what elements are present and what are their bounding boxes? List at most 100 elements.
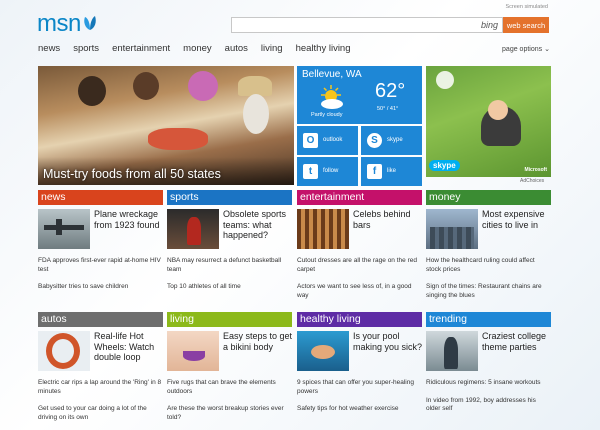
main-nav: news sports entertainment money autos li… [38,43,351,54]
outlook-label: outlook [323,137,343,143]
hero-food [148,128,208,150]
lead-story-title[interactable]: Craziest college theme parties [482,331,552,352]
lead-story-title[interactable]: Is your pool making you sick? [353,331,423,352]
section-header-money[interactable]: money [426,190,551,205]
skype-label: skype [387,137,403,143]
story-link[interactable]: Top 10 athletes of all time [167,283,292,292]
story-link[interactable]: Ridiculous regimens: 5 insane workouts [426,379,551,388]
story-thumbnail [426,209,478,249]
search-field-wrapper: bing [231,17,503,37]
nav-money[interactable]: money [183,43,212,54]
section-healthy-living: healthy living Is your pool making you s… [297,312,422,414]
hero-figure [238,76,272,96]
player-figure [187,217,201,245]
header: msn Screen simulated bing web search new… [0,0,600,62]
like-label: like [387,168,397,174]
skype-tile[interactable]: S skype [361,126,422,155]
weather-tile[interactable]: Bellevue, WA 62° 50° / 41° Partly cloudy [297,66,422,124]
story-link[interactable]: Actors we want to see less of, in a good… [297,283,422,300]
web-search-button[interactable]: web search [503,17,549,33]
lead-story-title[interactable]: Plane wreckage from 1923 found [94,209,164,230]
section-header-healthy-living[interactable]: healthy living [297,312,422,327]
section-entertainment: entertainment Celebs behind bars Cutout … [297,190,422,300]
lead-story[interactable]: Is your pool making you sick? [297,331,422,375]
story-link[interactable]: Electric car rips a lap around the 'Ring… [38,379,163,396]
story-thumbnail [426,331,478,371]
lead-story[interactable]: Plane wreckage from 1923 found [38,209,163,253]
hero-figure [188,71,218,101]
story-link[interactable]: FDA approves first-ever rapid at-home HI… [38,257,163,274]
story-link[interactable]: Five rugs that can brave the elements ou… [167,379,292,396]
story-link[interactable]: NBA may resurrect a defunct basketball t… [167,257,292,274]
section-autos: autos Real-life Hot Wheels: Watch double… [38,312,163,422]
story-link[interactable]: Babysitter tries to save children [38,283,163,292]
search-bar: bing web search [231,17,549,37]
section-header-autos[interactable]: autos [38,312,163,327]
ad-decoration [436,71,454,89]
lead-story[interactable]: Celebs behind bars [297,209,422,253]
twitter-follow-tile[interactable]: t follow [297,157,358,186]
msn-logo[interactable]: msn [37,10,98,38]
lead-story-title[interactable]: Celebs behind bars [353,209,423,230]
facebook-like-tile[interactable]: f like [361,157,422,186]
outlook-tile[interactable]: O outlook [297,126,358,155]
story-link[interactable]: 9 spices that can offer you super-healin… [297,379,422,396]
weather-condition: Partly cloudy [311,112,343,118]
section-news: news Plane wreckage from 1923 found FDA … [38,190,163,292]
plane-wing [56,219,62,235]
nav-news[interactable]: news [38,43,60,54]
skyline-shape [430,227,474,249]
section-header-entertainment[interactable]: entertainment [297,190,422,205]
person-figure [444,337,458,369]
story-link[interactable]: Sign of the times: Restaurant chains are… [426,283,551,300]
section-header-news[interactable]: news [38,190,163,205]
page-options-menu[interactable]: page options ⌄ [502,45,550,54]
lead-story-title[interactable]: Obsolete sports teams: what happened? [223,209,293,241]
lead-story[interactable]: Most expensive cities to live in [426,209,551,253]
lead-story[interactable]: Craziest college theme parties [426,331,551,375]
logo-text: msn [37,10,81,37]
bing-logo: bing [480,20,498,30]
search-input[interactable] [232,22,502,37]
skype-icon: S [367,133,382,148]
hero-story[interactable]: Must-try foods from all 50 states [38,66,294,185]
hero-caption[interactable]: Must-try foods from all 50 states [43,167,221,181]
lead-story-title[interactable]: Real-life Hot Wheels: Watch double loop [94,331,164,363]
section-header-sports[interactable]: sports [167,190,292,205]
section-header-trending[interactable]: trending [426,312,551,327]
lead-story[interactable]: Real-life Hot Wheels: Watch double loop [38,331,163,375]
story-link[interactable]: Are these the worst breakup stories ever… [167,405,292,422]
nav-living[interactable]: living [261,43,283,54]
outlook-icon: O [303,133,318,148]
follow-label: follow [323,168,339,174]
nav-entertainment[interactable]: entertainment [112,43,170,54]
plane-shape [44,225,84,230]
lead-story[interactable]: Easy steps to get a bikini body [167,331,292,375]
story-thumbnail [38,331,90,371]
nav-autos[interactable]: autos [225,43,248,54]
story-link[interactable]: In video from 1992, boy addresses his ol… [426,397,551,414]
loop-track [46,333,80,369]
twitter-icon: t [303,164,318,179]
story-link[interactable]: How the healthcard ruling could affect s… [426,257,551,274]
nav-healthy-living[interactable]: healthy living [296,43,351,54]
nav-sports[interactable]: sports [73,43,99,54]
sun-cloud-icon [321,85,343,109]
weather-city: Bellevue, WA [302,69,362,80]
section-header-living[interactable]: living [167,312,292,327]
story-thumbnail [38,209,90,249]
story-link[interactable]: Safety tips for hot weather exercise [297,405,422,414]
lead-story[interactable]: Obsolete sports teams: what happened? [167,209,292,253]
hero-figure [133,72,159,100]
hero-figure [243,94,269,134]
skype-logo: skype [429,160,460,171]
section-money: money Most expensive cities to live in H… [426,190,551,300]
lead-story-title[interactable]: Easy steps to get a bikini body [223,331,293,352]
story-link[interactable]: Get used to your car doing a lot of the … [38,405,163,422]
story-link[interactable]: Cutout dresses are all the rage on the r… [297,257,422,274]
lead-story-title[interactable]: Most expensive cities to live in [482,209,552,230]
ad-person-face [488,100,508,120]
section-sports: sports Obsolete sports teams: what happe… [167,190,292,292]
adchoices-link[interactable]: AdChoices [520,178,544,184]
skype-advertisement[interactable]: skype Microsoft [426,66,551,177]
